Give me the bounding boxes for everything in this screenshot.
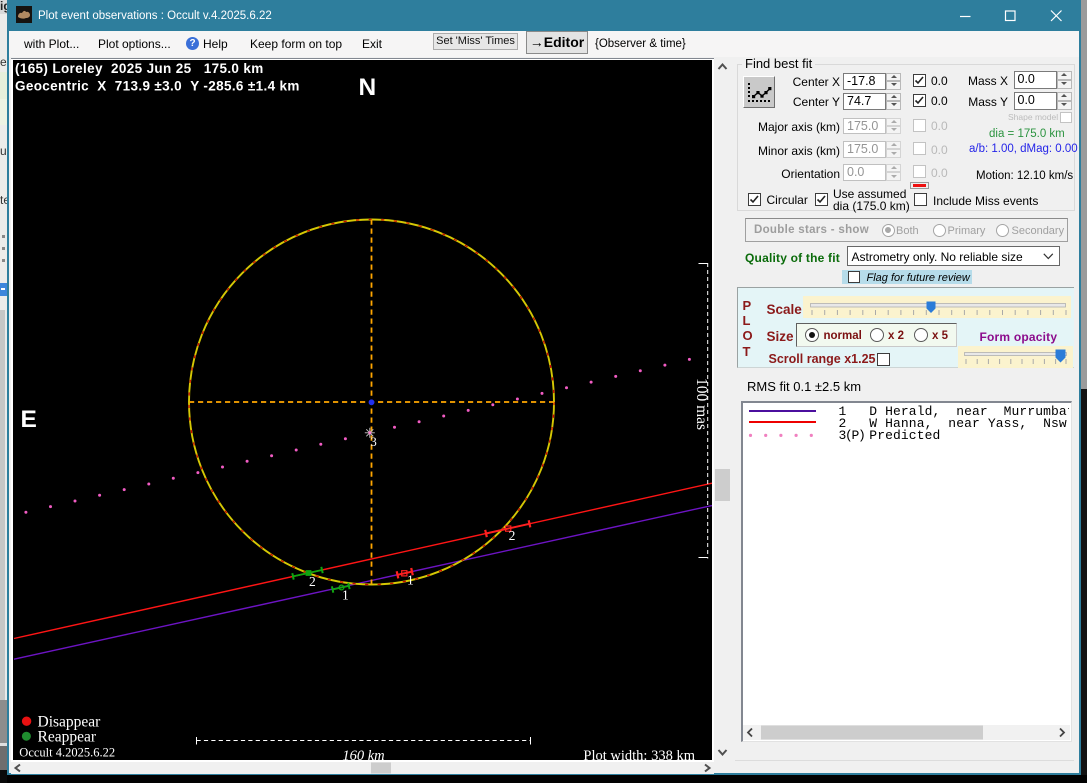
svg-text:3: 3: [371, 435, 377, 449]
svg-text:2: 2: [309, 574, 316, 589]
svg-text:100 mas: 100 mas: [693, 378, 710, 430]
svg-text:Reappear: Reappear: [38, 729, 97, 746]
svg-text:Geocentric X 713.9 ±3.0 Y -: Geocentric X 713.9 ±3.0 Y -285.6 ±1.4 km: [15, 79, 300, 94]
svg-text:160 km: 160 km: [342, 748, 384, 760]
svg-text:E: E: [21, 406, 37, 433]
svg-text:1: 1: [342, 588, 349, 603]
svg-text:(165) Loreley 2025 Jun 25 1: (165) Loreley 2025 Jun 25 175.0 km: [15, 61, 264, 76]
svg-text:N: N: [359, 74, 377, 101]
svg-text:Occult 4.2025.6.22: Occult 4.2025.6.22: [19, 746, 115, 760]
svg-text:1: 1: [407, 572, 414, 587]
svg-text:2: 2: [509, 528, 516, 543]
svg-text:Plot width: 338 km: Plot width: 338 km: [583, 748, 695, 760]
